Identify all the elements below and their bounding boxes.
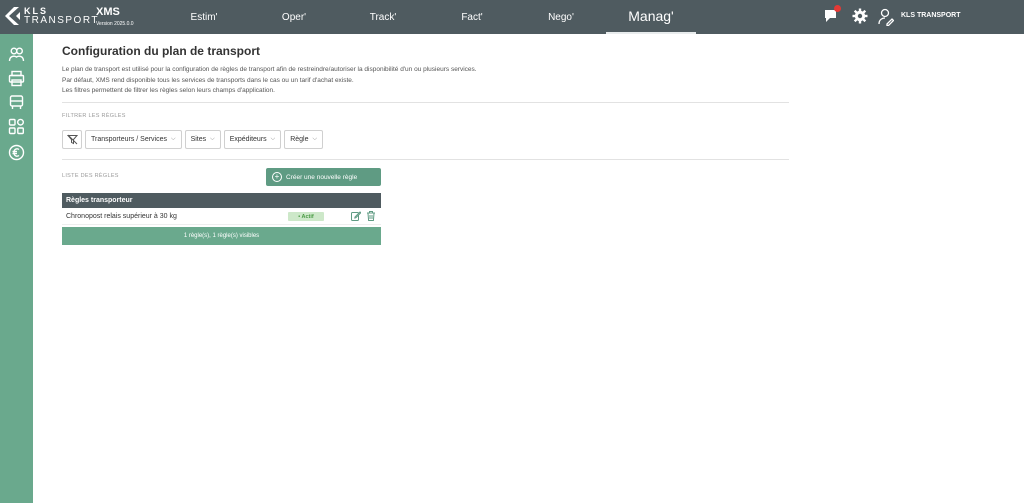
sidebar [0, 34, 33, 503]
filter-transporteurs[interactable]: Transporteurs / Services ⌵ [85, 130, 182, 149]
nav-estim[interactable]: Estim' [168, 0, 240, 34]
filter-regle[interactable]: Règle ⌵ [284, 130, 324, 149]
chevron-down-icon: ⌵ [312, 136, 318, 142]
chat-icon[interactable] [823, 5, 841, 29]
status-badge: • Actif [288, 212, 324, 221]
filter-label: Transporteurs / Services [91, 136, 167, 143]
app-info: XMS Version 2025.0.0 [96, 7, 134, 30]
filter-label: Sites [190, 136, 207, 143]
filter-sites[interactable]: Sites ⌵ [184, 130, 221, 149]
app-version: Version 2025.0.0 [96, 21, 134, 27]
app-name: XMS [96, 6, 120, 18]
description-line: Les filtres permettent de filtrer les rè… [62, 87, 275, 94]
chevron-down-icon: ⌵ [171, 136, 176, 142]
chevron-down-icon: ⌵ [210, 136, 215, 142]
rules-section-label: LISTE DES RÈGLES [62, 173, 119, 179]
table-row[interactable]: Chronopost relais supérieur à 30 kg • Ac… [62, 208, 381, 225]
rules-table: Règles transporteur Chronopost relais su… [62, 193, 381, 245]
page-title: Configuration du plan de transport [62, 44, 260, 58]
kls-logo[interactable]: KLS TRANSPORT [5, 7, 99, 26]
user-name[interactable]: KLS TRANSPORT [901, 12, 961, 19]
filter-expediteurs[interactable]: Expéditeurs ⌵ [223, 130, 282, 149]
description-line: Le plan de transport est utilisé pour la… [62, 66, 477, 73]
filter-section-label: FILTRER LES RÈGLES [62, 113, 126, 119]
gear-icon[interactable] [852, 8, 868, 29]
nav-manag[interactable]: Manag' [606, 0, 696, 34]
notification-dot [834, 5, 841, 12]
top-bar: KLS TRANSPORT XMS Version 2025.0.0 Estim… [0, 0, 1024, 34]
nav-fact[interactable]: Fact' [436, 0, 508, 34]
nav-track[interactable]: Track' [347, 0, 419, 34]
filter-label: Règle [290, 136, 309, 143]
plus-circle-icon: + [272, 172, 282, 182]
trash-icon[interactable] [366, 211, 376, 223]
divider [62, 159, 789, 160]
truck-icon[interactable] [8, 94, 25, 111]
user-edit-icon[interactable] [878, 8, 895, 31]
nav-nego[interactable]: Nego' [525, 0, 597, 34]
divider [62, 102, 789, 103]
table-footer: 1 règle(s), 1 règle(s) visibles [62, 227, 381, 245]
rule-name: Chronopost relais supérieur à 30 kg [66, 212, 177, 220]
filter-off-icon [66, 134, 78, 145]
table-header: Règles transporteur [62, 193, 381, 208]
filter-bar: Transporteurs / Services ⌵ Sites ⌵ Expéd… [62, 130, 324, 149]
create-rule-label: Créer une nouvelle règle [286, 173, 358, 181]
clear-filters-button[interactable] [62, 130, 82, 149]
create-rule-button[interactable]: + Créer une nouvelle règle [266, 168, 381, 186]
logo-chevron-icon [5, 7, 20, 25]
filter-label: Expéditeurs [229, 136, 267, 143]
printer-icon[interactable] [8, 70, 25, 87]
logo-line2: TRANSPORT [24, 15, 99, 26]
modules-icon[interactable] [8, 118, 25, 135]
page-description: Le plan de transport est utilisé pour la… [62, 65, 477, 97]
logo-text: KLS TRANSPORT [24, 7, 99, 26]
people-icon[interactable] [8, 46, 25, 63]
nav-oper[interactable]: Oper' [258, 0, 330, 34]
description-line: Par défaut, XMS rend disponible tous les… [62, 76, 354, 84]
edit-icon[interactable] [351, 211, 362, 223]
chevron-down-icon: ⌵ [270, 136, 276, 142]
euro-icon[interactable] [8, 144, 25, 161]
